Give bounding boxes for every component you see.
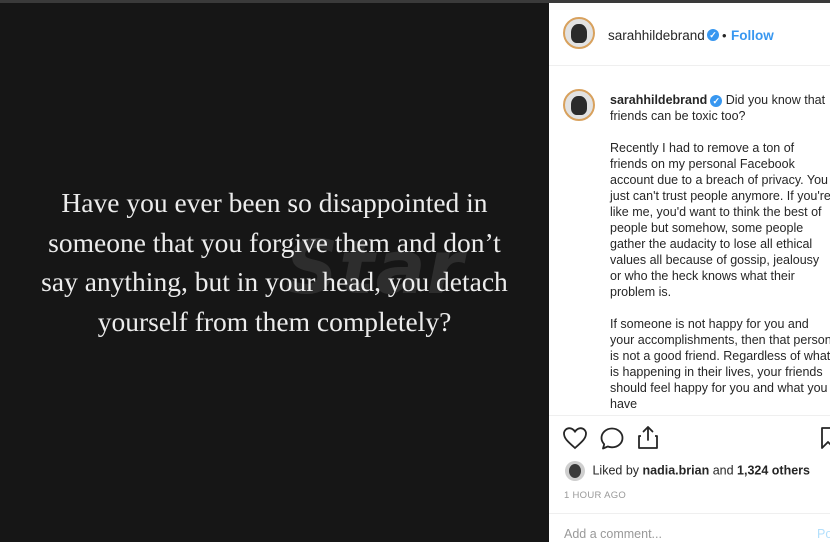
liker-username[interactable]: nadia.brian [643, 463, 710, 477]
caption-username[interactable]: sarahhildebrand [610, 93, 707, 107]
post-header: sarahhildebrand ✓ • Follow [549, 3, 830, 66]
post-comment-button[interactable]: Po [817, 527, 830, 541]
caption-text: sarahhildebrand ✓ Did you know that frien… [610, 92, 830, 412]
caption-paragraph: Recently I had to remove a ton of friend… [610, 141, 830, 299]
caption-author-avatar[interactable] [563, 89, 595, 121]
follow-button[interactable]: Follow [731, 28, 774, 43]
bookmark-icon[interactable] [819, 426, 830, 450]
author-avatar[interactable] [563, 17, 595, 49]
verified-badge-icon: ✓ [710, 95, 723, 107]
liked-and-label: and [712, 463, 734, 478]
post-actions: Liked by nadia.brian and 1,324 others 1 … [549, 415, 830, 542]
add-comment-bar: Add a comment... Po [549, 513, 830, 542]
caption-paragraph: If someone is not happy for you and your… [610, 317, 830, 411]
separator-dot: • [722, 28, 727, 43]
caption-scroll-area[interactable]: sarahhildebrand ✓ Did you know that frien… [549, 67, 830, 415]
share-icon[interactable] [635, 424, 661, 450]
liker-avatar[interactable] [565, 461, 585, 481]
post-timestamp[interactable]: 1 HOUR AGO [564, 490, 626, 501]
heart-icon[interactable] [562, 426, 588, 450]
watermark: Star [285, 225, 465, 311]
comment-icon[interactable] [599, 426, 625, 450]
post-sidebar: sarahhildebrand ✓ • Follow sarahhildebra… [549, 3, 830, 542]
comment-input[interactable]: Add a comment... [564, 527, 662, 541]
post-image[interactable]: Have you ever been so disappointed in so… [0, 3, 549, 542]
author-username[interactable]: sarahhildebrand [608, 28, 705, 43]
likes-summary: Liked by nadia.brian and 1,324 others [565, 461, 810, 481]
liked-by-label: Liked by [592, 463, 640, 478]
verified-badge-icon: ✓ [707, 29, 719, 41]
likes-count[interactable]: 1,324 others [737, 463, 810, 477]
